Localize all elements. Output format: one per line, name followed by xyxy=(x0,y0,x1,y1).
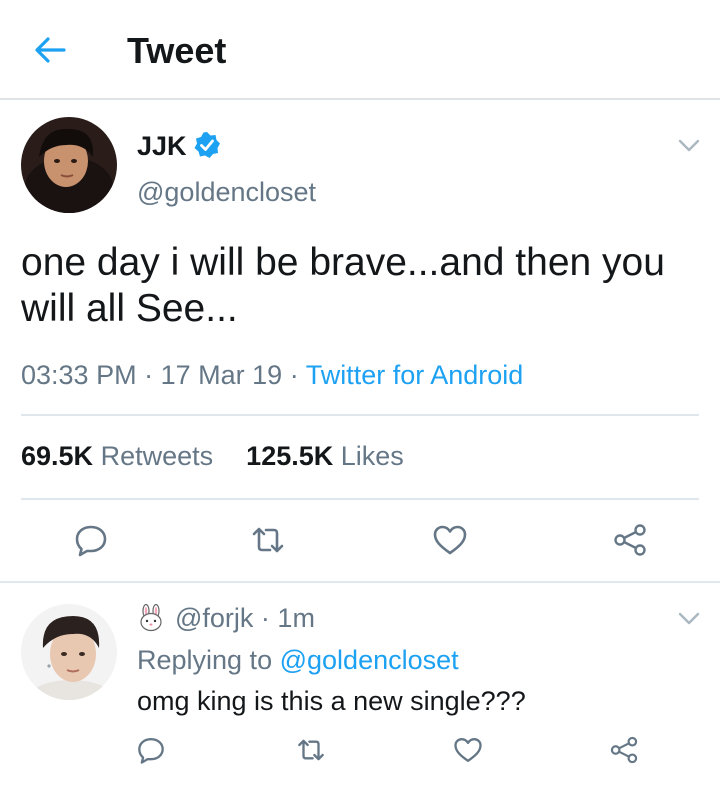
tweet-date: 17 Mar 19 xyxy=(160,360,283,390)
retweets-label: Retweets xyxy=(100,441,214,471)
tweet-source-link[interactable]: Twitter for Android xyxy=(306,360,524,390)
bunny-emoji-icon xyxy=(140,604,162,632)
retweets-count: 69.5K xyxy=(21,441,94,471)
reply-handle[interactable]: @forjk xyxy=(175,603,253,633)
reply-icon[interactable] xyxy=(73,522,109,558)
share-icon[interactable] xyxy=(612,522,648,558)
replying-to-handle[interactable]: @goldencloset xyxy=(280,645,459,675)
retweet-icon[interactable] xyxy=(296,735,326,765)
replying-to-line: Replying to @goldencloset xyxy=(137,645,459,676)
author-name[interactable]: JJK xyxy=(137,131,187,162)
likes-count: 125.5K xyxy=(246,441,334,471)
meta-separator: · xyxy=(144,360,161,390)
likes-label: Likes xyxy=(340,441,404,471)
tweet-time: 03:33 PM xyxy=(21,360,137,390)
tweet-text: one day i will be brave...and then you w… xyxy=(21,241,665,330)
reply-icon[interactable] xyxy=(136,735,166,765)
verified-badge-icon xyxy=(194,132,220,158)
chevron-down-icon[interactable] xyxy=(678,612,700,626)
tweet-stats: 69.5K Retweets 125.5K Likes xyxy=(21,441,404,472)
like-icon[interactable] xyxy=(432,522,468,558)
replying-prefix: Replying to xyxy=(137,645,273,675)
share-icon[interactable] xyxy=(609,735,639,765)
top-app-bar xyxy=(0,0,720,100)
meta-separator: · xyxy=(253,603,278,633)
back-arrow-icon[interactable] xyxy=(30,30,70,70)
like-icon[interactable] xyxy=(453,735,483,765)
reply-text: omg king is this a new single??? xyxy=(137,686,526,716)
reply-avatar[interactable] xyxy=(21,604,117,700)
divider xyxy=(21,414,699,416)
author-avatar[interactable] xyxy=(21,117,117,213)
retweet-icon[interactable] xyxy=(250,522,286,558)
tweet-meta: 03:33 PM · 17 Mar 19 · Twitter for Andro… xyxy=(21,360,523,391)
retweets-stat[interactable]: 69.5K Retweets xyxy=(21,441,213,471)
divider xyxy=(21,498,699,500)
meta-separator: · xyxy=(289,360,306,390)
page-title: Tweet xyxy=(127,30,227,71)
chevron-down-icon[interactable] xyxy=(678,139,700,153)
divider xyxy=(0,581,720,583)
author-handle[interactable]: @goldencloset xyxy=(137,177,316,208)
reply-time: 1m xyxy=(277,603,315,633)
likes-stat[interactable]: 125.5K Likes xyxy=(246,441,404,471)
